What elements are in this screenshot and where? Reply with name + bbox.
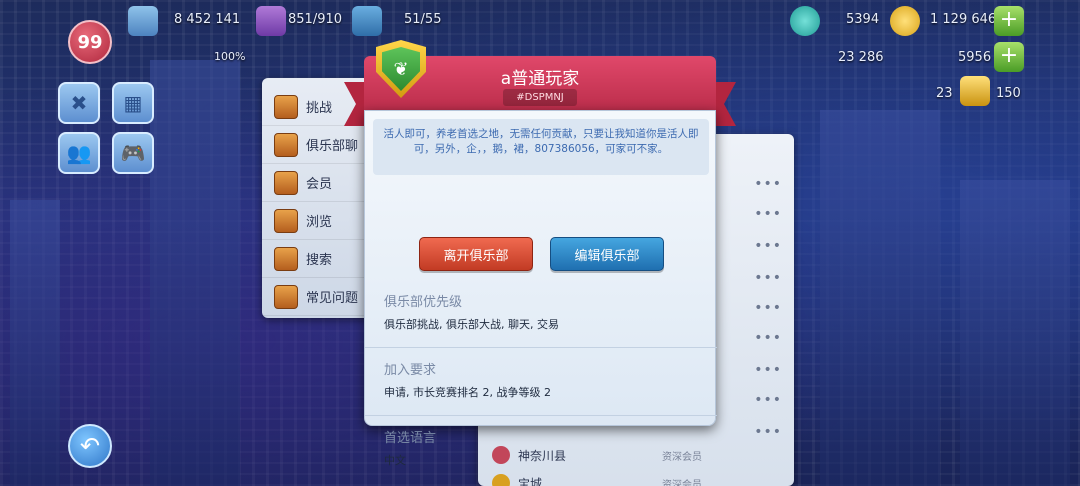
more-options-icon[interactable]: •••	[754, 392, 782, 408]
trophy-icon	[274, 94, 298, 119]
city-background	[150, 60, 240, 486]
more-options-icon[interactable]: •••	[754, 424, 782, 440]
workers-icon[interactable]	[352, 6, 382, 36]
calendar-button[interactable]: ▦	[112, 82, 154, 124]
member-rank: 资深会员	[662, 479, 702, 486]
simcash-icon[interactable]	[790, 6, 820, 36]
population-count: 8 452 141	[174, 12, 241, 27]
add-currency-icon[interactable]: +	[994, 42, 1024, 72]
back-arrow-icon: ↶	[79, 432, 101, 460]
key-icon[interactable]	[960, 76, 990, 106]
browse-icon	[274, 208, 298, 233]
population-icon	[128, 6, 158, 36]
resource-count: 150	[996, 86, 1021, 101]
gamepad-button[interactable]: 🎮	[112, 132, 154, 174]
more-options-icon[interactable]: •••	[754, 300, 782, 316]
add-currency-icon[interactable]: +	[994, 6, 1024, 36]
divider	[365, 347, 717, 348]
priority-section: 俱乐部优先级 俱乐部挑战, 俱乐部大战, 聊天, 交易	[373, 291, 709, 332]
more-options-icon[interactable]: •••	[754, 330, 782, 346]
menu-item-label: 俱乐部聊	[306, 139, 359, 154]
dialog-body: 活人即可，养老首选之地，无需任何贡献，只要让我知道你是活人即可，另外，企，，鹅，…	[364, 110, 717, 467]
chat-icon	[274, 132, 298, 157]
language-value: 中文	[384, 454, 406, 467]
language-section: 首选语言 中文	[373, 427, 709, 468]
members-icon	[274, 170, 298, 195]
requirements-section: 加入要求 申请, 市长竞赛排名 2, 战争等级 2	[373, 359, 709, 400]
back-button[interactable]: ↶	[68, 424, 112, 468]
storage-icon[interactable]	[256, 6, 286, 36]
menu-item-label: 浏览	[306, 215, 333, 230]
list-item[interactable]: 宝城 资深会员	[492, 470, 784, 486]
member-name: 宝城	[518, 476, 543, 486]
language-title: 首选语言	[384, 431, 437, 446]
menu-item-label: 会员	[306, 177, 333, 192]
gamepad-icon: 🎮	[120, 141, 146, 165]
player-level-badge[interactable]: 99	[68, 20, 112, 64]
member-avatar	[492, 474, 510, 486]
more-options-icon[interactable]: •••	[754, 238, 782, 254]
top-hud: 8 452 141 851/910 51/55 5394 1 129 646 +	[0, 0, 1080, 44]
more-options-icon[interactable]: •••	[754, 362, 782, 378]
requirements-title: 加入要求	[384, 363, 437, 378]
simoleon-icon[interactable]	[890, 6, 920, 36]
key-count: 23	[936, 86, 953, 101]
city-background	[820, 110, 940, 486]
city-background	[960, 180, 1070, 486]
menu-item-label: 搜索	[306, 253, 333, 268]
city-background	[10, 200, 60, 486]
workers-count: 51/55	[404, 12, 442, 27]
more-options-icon[interactable]: •••	[754, 206, 782, 222]
more-options-icon[interactable]: •••	[754, 176, 782, 192]
priority-value: 俱乐部挑战, 俱乐部大战, 聊天, 交易	[384, 318, 559, 331]
simoleon-count: 1 129 646	[930, 12, 997, 27]
more-options-icon[interactable]: •••	[754, 270, 782, 286]
club-description: 活人即可，养老首选之地，无需任何贡献，只要让我知道你是活人即可，另外，企，，鹅，…	[373, 119, 709, 175]
resource-count: 5956	[958, 50, 992, 65]
calendar-icon: ▦	[123, 91, 143, 115]
friends-button[interactable]: 👥	[58, 132, 100, 174]
club-info-dialog: a普通玩家 #DSPMNJ ❦ 活人即可，养老首选之地，无需任何贡献，只要让我知…	[344, 40, 736, 467]
priority-title: 俱乐部优先级	[384, 295, 463, 310]
search-icon	[274, 246, 298, 271]
menu-item-label: 挑战	[306, 101, 333, 116]
simcash-count: 5394	[846, 12, 880, 27]
divider	[365, 415, 717, 416]
menu-item-label: 常见问题	[306, 291, 359, 306]
tools-button[interactable]: ✖	[58, 82, 100, 124]
resource-count: 23 286	[838, 50, 884, 65]
leave-club-button[interactable]: 离开俱乐部	[419, 237, 533, 271]
friends-icon: 👥	[66, 141, 92, 165]
edit-club-button[interactable]: 编辑俱乐部	[550, 237, 664, 271]
storage-count: 851/910	[288, 12, 343, 27]
club-tag: #DSPMNJ	[503, 89, 577, 106]
wrench-icon: ✖	[70, 91, 88, 115]
faq-icon	[274, 284, 298, 309]
happiness-percent: 100%	[214, 50, 246, 63]
requirements-value: 申请, 市长竞赛排名 2, 战争等级 2	[384, 386, 551, 399]
